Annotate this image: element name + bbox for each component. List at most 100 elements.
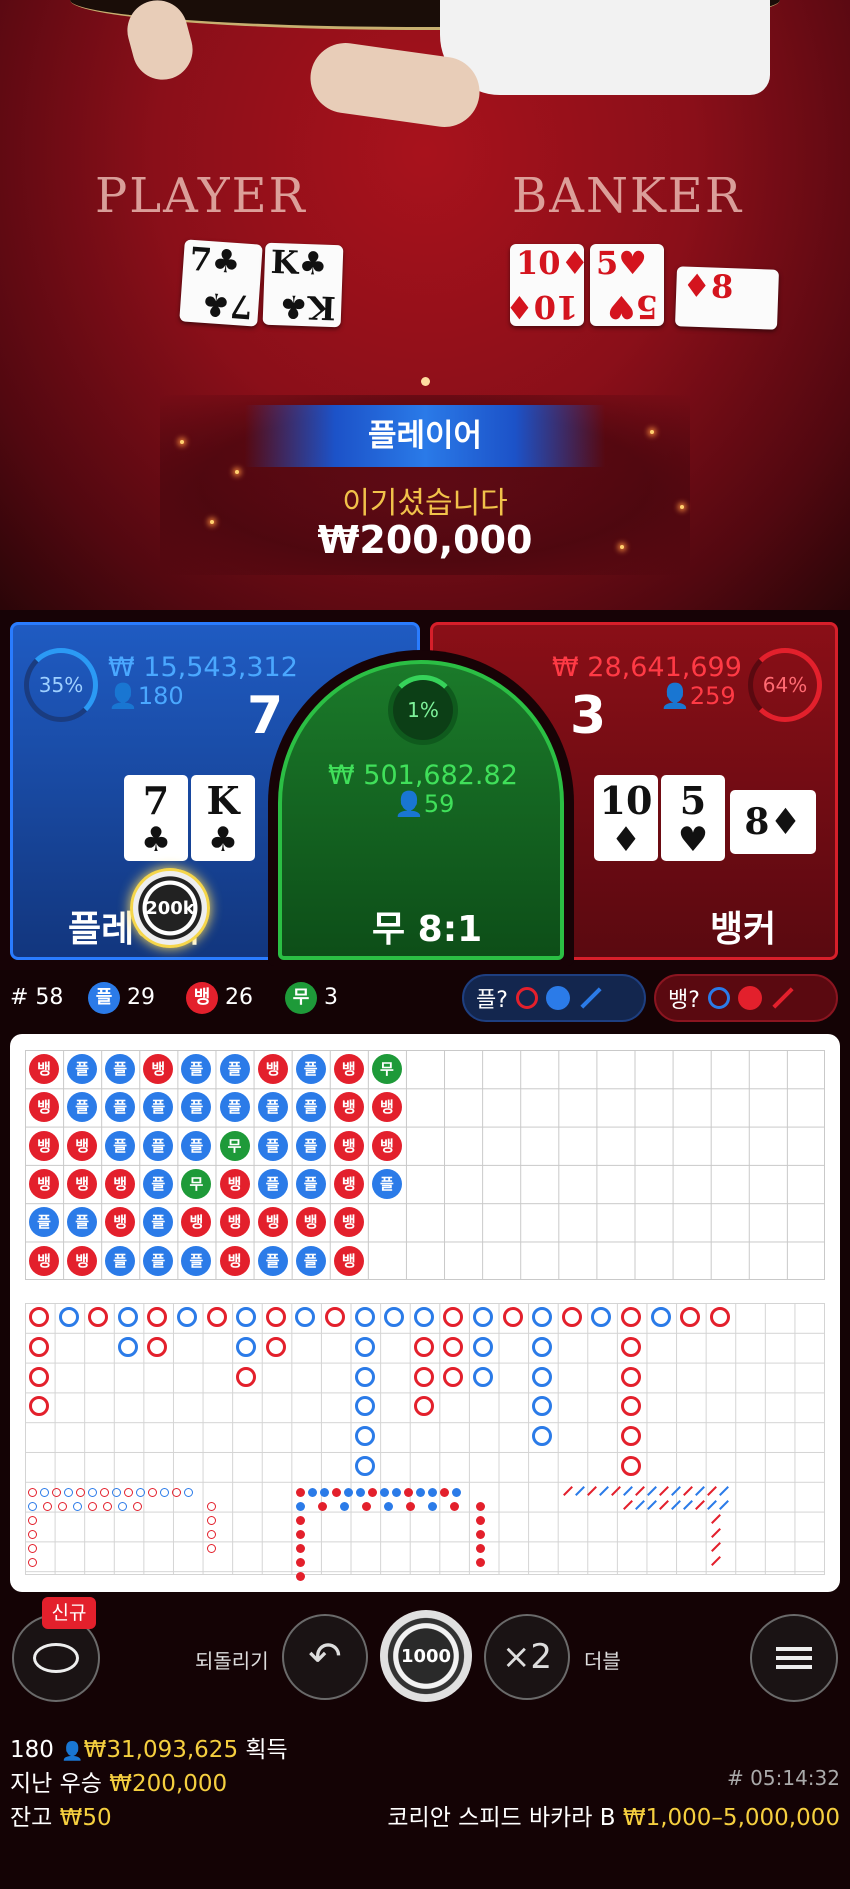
derived-road-mark xyxy=(296,1572,305,1581)
tie-bead-icon: 무 xyxy=(285,982,317,1014)
ask-dot-icon xyxy=(737,986,762,1010)
bead-road-cell: 플 xyxy=(257,1092,288,1123)
bead-road-cell: 플 xyxy=(295,1054,326,1084)
live-video: PLAYER BANKER 7♣ 7♣ K♣ K♣ 10♦ 10♦ 5♥ 5♥ ♦8 플… xyxy=(0,0,850,610)
balance: 잔고 ₩50 xyxy=(10,1798,112,1832)
ask-ring-icon xyxy=(515,987,538,1009)
bead-road-cell: 플 xyxy=(29,1207,59,1238)
derived-road-mark xyxy=(207,1516,216,1525)
chat-bubble-icon xyxy=(33,1643,79,1673)
bead-road-cell: 뱅 xyxy=(67,1130,98,1161)
big-road-cell xyxy=(532,1336,553,1357)
bead-road-cell: 플 xyxy=(219,1092,250,1123)
bead-road-cell: 플 xyxy=(295,1245,326,1276)
banker-score: 3 xyxy=(570,686,607,746)
person-icon: 👤 xyxy=(61,1741,84,1762)
double-icon: ×2 xyxy=(501,1637,553,1677)
undo-icon: ↶ xyxy=(308,1634,342,1680)
bead-road-cell: 플 xyxy=(181,1130,212,1161)
derived-road-mark xyxy=(296,1530,305,1539)
balance-label: 잔고 xyxy=(10,1805,53,1831)
banker-win-count: 26 xyxy=(225,985,253,1010)
derived-road-mark xyxy=(28,1488,37,1497)
derived-road-mark xyxy=(160,1488,169,1497)
sparkle xyxy=(180,440,184,444)
bead-road-cell: 뱅 xyxy=(67,1245,98,1276)
bead-road-cell: 뱅 xyxy=(219,1168,250,1199)
player-small-card-1: 7 ♣ xyxy=(124,775,188,861)
chip-selector[interactable]: 1000 xyxy=(380,1610,472,1702)
total-won: ₩31,093,625 xyxy=(83,1737,239,1763)
bead-road-cell: 플 xyxy=(105,1245,136,1276)
banker-percent: 64% xyxy=(762,673,808,697)
big-road-cell xyxy=(354,1366,375,1387)
bead-road-cell: 플 xyxy=(257,1168,288,1199)
derived-road-mark xyxy=(476,1544,485,1553)
tie-bet-label: 무 8:1 xyxy=(372,909,483,950)
big-road-cell xyxy=(621,1366,641,1387)
derived-road-mark xyxy=(28,1544,37,1553)
banker-bet-label: 뱅커 xyxy=(710,909,777,950)
bead-road-cell: 플 xyxy=(257,1130,288,1161)
derived-road-mark xyxy=(320,1488,329,1497)
player-score: 7 xyxy=(247,686,284,746)
big-road-cell xyxy=(621,1456,641,1476)
derived-road-mark xyxy=(296,1516,305,1525)
derived-road-mark xyxy=(452,1488,461,1497)
derived-road-mark xyxy=(296,1544,305,1553)
player-percent-gauge: 35% xyxy=(24,648,98,722)
big-road-cell xyxy=(621,1307,641,1327)
derived-road-mark xyxy=(368,1488,377,1497)
bead-road-cell: 뱅 xyxy=(257,1207,288,1238)
last-win-label: 지난 우승 xyxy=(10,1771,102,1797)
bead-road-cell: 뱅 xyxy=(219,1245,250,1276)
ask-banker-button[interactable]: 뱅? xyxy=(654,974,838,1022)
player-percent: 35% xyxy=(38,673,84,697)
big-road-cell xyxy=(709,1307,730,1327)
derived-road-mark xyxy=(428,1502,437,1511)
sparkle xyxy=(650,430,654,434)
ask-player-button[interactable]: 플? xyxy=(462,974,646,1022)
big-road-cell xyxy=(354,1396,375,1417)
big-road-cell xyxy=(29,1336,49,1357)
double-button[interactable]: ×2 xyxy=(484,1614,570,1700)
bead-road-cell: 플 xyxy=(295,1168,326,1199)
big-road-cell xyxy=(650,1307,671,1327)
dealer-sleeve xyxy=(440,0,770,95)
tie-wins: 무 3 xyxy=(285,975,338,1021)
footer-info: 180 👤₩31,093,625 획득 지난 우승 ₩200,000 # 05:… xyxy=(0,1720,850,1889)
banker-small-card-3: 8♦ xyxy=(730,790,816,854)
player-total: ₩ 15,543,312 xyxy=(108,652,298,683)
bead-road-cell: 뱅 xyxy=(371,1092,402,1123)
derived-road-mark xyxy=(340,1502,349,1511)
derived-road-mark xyxy=(296,1488,305,1497)
menu-button[interactable] xyxy=(750,1614,838,1702)
derived-road-mark xyxy=(118,1502,127,1511)
derived-road-mark xyxy=(28,1516,37,1525)
bead-road-cell: 뱅 xyxy=(29,1245,59,1276)
big-road-cell xyxy=(354,1426,375,1447)
ask-slash-icon xyxy=(772,987,794,1009)
derived-road-mark xyxy=(76,1488,85,1497)
banker-small-card-1: 10 ♦ xyxy=(594,775,658,861)
player-placed-chip[interactable]: 200k xyxy=(130,868,210,948)
sparkle xyxy=(235,470,239,474)
ask-slash-icon xyxy=(580,987,602,1009)
bead-road-cell: 플 xyxy=(295,1130,326,1161)
derived-road-mark xyxy=(124,1488,133,1497)
bead-road-cell: 플 xyxy=(143,1168,174,1199)
player-card-2: K♣ K♣ xyxy=(262,242,344,328)
game-id: # 05:14:32 xyxy=(727,1766,840,1790)
derived-road-mark xyxy=(308,1488,317,1497)
winner-label: 플레이어 xyxy=(245,405,605,467)
banker-wins: 뱅 26 xyxy=(186,975,253,1021)
bead-road-cell: 뱅 xyxy=(333,1130,364,1161)
player-win-count: 29 xyxy=(127,985,155,1010)
player-small-card-2: K ♣ xyxy=(191,775,255,861)
bead-road-cell: 뱅 xyxy=(333,1207,364,1238)
undo-button[interactable]: ↶ xyxy=(282,1614,368,1700)
indicator-dot xyxy=(421,377,430,386)
tie-percent-gauge: 1% xyxy=(388,675,458,745)
big-road-cell xyxy=(502,1307,523,1327)
big-road-cell xyxy=(473,1336,493,1357)
